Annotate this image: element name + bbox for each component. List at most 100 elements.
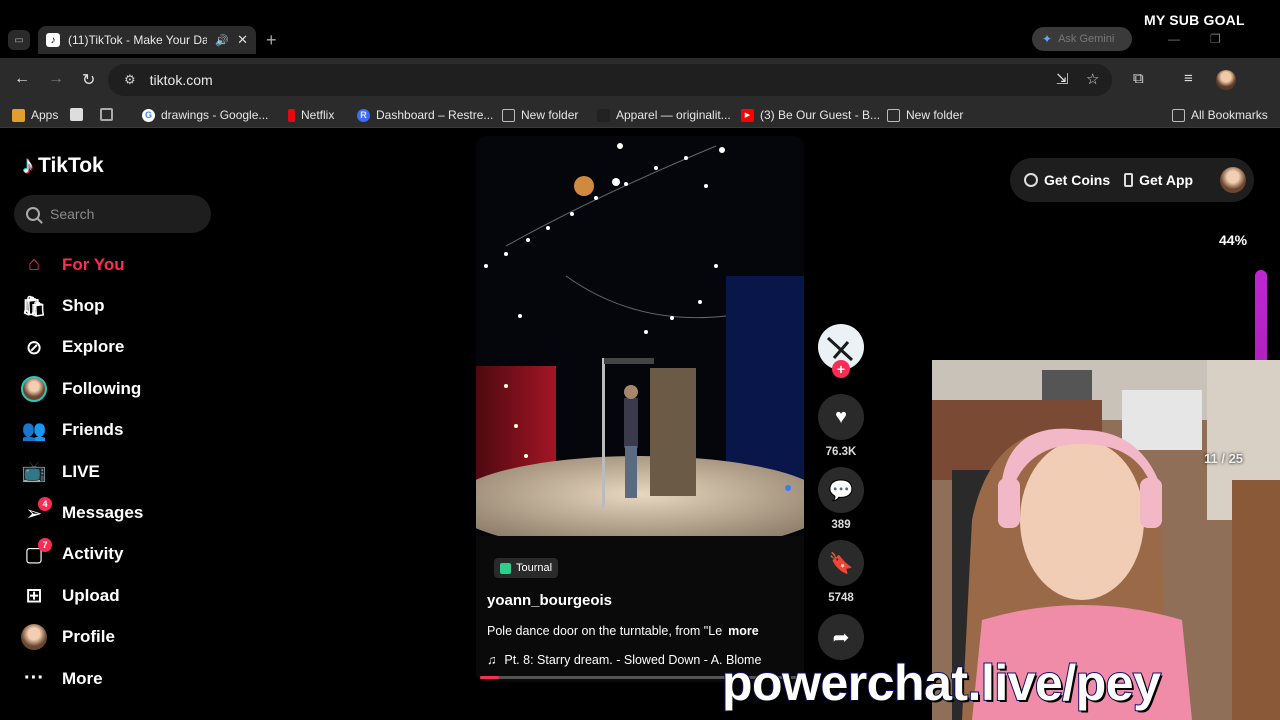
browser-tab-tiktok[interactable]: ♪ (11)TikTok - Make Your Day 🔊 ✕ — [38, 26, 256, 54]
grid-icon — [100, 108, 113, 121]
folder-icon — [1172, 108, 1185, 122]
sidebar-item-friends[interactable]: 👥 Friends — [20, 410, 220, 451]
google-icon: G — [142, 108, 155, 122]
sidebar-item-activity[interactable]: ▢ 7 Activity — [20, 534, 220, 575]
video-progress-fill — [480, 676, 500, 679]
media-control-icon[interactable]: ≡ — [1184, 70, 1193, 87]
follow-plus-icon[interactable]: + — [832, 360, 850, 378]
bookmark-item[interactable]: G drawings - Google... — [142, 108, 268, 122]
like-count: 76.3K — [825, 446, 857, 458]
save-count: 5748 — [828, 592, 854, 604]
upload-icon: ⊞ — [25, 585, 43, 608]
search-input[interactable]: Search — [14, 195, 211, 233]
sidebar-item-label: LIVE — [62, 461, 100, 481]
sidebar-item-messages[interactable]: ➢ 4 Messages — [20, 492, 220, 533]
stream-watermark: powerchat.live/pey — [721, 654, 1162, 712]
bookmark-item[interactable]: Apps — [12, 108, 58, 122]
back-icon[interactable]: ← — [14, 70, 30, 88]
bookmark-item[interactable]: R Dashboard – Restre... — [357, 108, 493, 122]
search-placeholder: Search — [50, 206, 95, 222]
minimize-icon[interactable]: — — [1168, 32, 1180, 46]
apps-grid-icon — [12, 108, 25, 122]
more-icon: ··· — [24, 667, 44, 690]
bookmark-label: All Bookmarks — [1191, 108, 1268, 122]
bookmark-label: Netflix — [301, 108, 335, 122]
forward-icon[interactable]: → — [48, 70, 64, 88]
heart-icon[interactable]: ♥ — [818, 394, 864, 440]
restream-icon: R — [357, 108, 370, 122]
video-music[interactable]: ♫ Pt. 8: Starry dream. - Slowed Down - A… — [487, 653, 761, 667]
url-text: tiktok.com — [149, 72, 213, 88]
search-icon — [26, 207, 40, 221]
bookmark-item[interactable] — [100, 108, 113, 121]
speaker-icon[interactable]: 🔊 — [215, 34, 229, 47]
bookmark-item[interactable]: New folder — [502, 108, 578, 122]
activity-icon: ▢ 7 — [20, 538, 52, 568]
folder-icon — [502, 108, 515, 122]
sidebar-item-shop[interactable]: 🛍 Shop — [20, 285, 220, 326]
sidebar-nav: ⌂ For You 🛍 Shop ⊘ Explore Following 👥 F… — [20, 244, 220, 699]
get-app-button[interactable]: Get App — [1124, 172, 1193, 188]
sidebar-item-for-you[interactable]: ⌂ For You — [20, 244, 220, 285]
bookmark-star-icon[interactable]: ☆ — [1086, 70, 1099, 88]
bookmark-item[interactable]: All Bookmarks — [1172, 108, 1280, 122]
page-icon — [70, 108, 83, 121]
sidebar-item-label: Messages — [62, 503, 144, 523]
close-tab-icon[interactable]: ✕ — [237, 32, 248, 48]
tab-search-icon[interactable]: ▭ — [8, 30, 30, 50]
sidebar-item-live[interactable]: 📺 LIVE — [20, 451, 220, 492]
bookmark-item[interactable]: New folder — [887, 108, 963, 122]
sidebar-item-profile[interactable]: Profile — [20, 617, 220, 658]
bookmark-label: New folder — [906, 108, 964, 122]
sidebar-item-explore[interactable]: ⊘ Explore — [20, 327, 220, 368]
video-tag-label: Tournal — [516, 562, 553, 574]
sidebar-item-label: Activity — [62, 544, 124, 564]
sidebar-item-label: For You — [62, 254, 125, 274]
video-player[interactable]: Tournal yoann_bourgeois Pole dance door … — [476, 136, 804, 682]
game-tag-icon — [500, 562, 511, 574]
comment-icon[interactable]: 💬 — [818, 467, 864, 513]
sidebar-item-following[interactable]: Following — [20, 368, 220, 409]
top-right-actions: Get Coins Get App — [1010, 158, 1254, 202]
bookmark-item[interactable]: Netflix — [288, 108, 334, 122]
chrome-profile-avatar[interactable] — [1216, 70, 1236, 90]
extensions-icon[interactable]: ⧉ — [1133, 70, 1144, 87]
messages-icon: ➢ 4 — [20, 497, 52, 527]
sub-goal-percent: 44% — [1219, 232, 1248, 248]
messages-badge: 4 — [38, 497, 52, 512]
site-info-icon[interactable]: ⚙ — [124, 72, 136, 88]
url-omnibox[interactable]: ⚙ tiktok.com — [108, 64, 1112, 96]
save-action[interactable]: 🔖 5748 — [818, 540, 864, 604]
restore-icon[interactable]: ❐ — [1210, 32, 1221, 46]
get-app-label: Get App — [1139, 172, 1194, 188]
new-tab-button[interactable]: + — [266, 30, 277, 51]
bookmark-item[interactable]: ▶ (3) Be Our Guest - B... — [741, 108, 880, 122]
activity-badge: 7 — [38, 538, 52, 553]
reload-icon[interactable]: ↻ — [82, 70, 95, 90]
comment-count: 389 — [831, 519, 851, 531]
get-coins-button[interactable]: Get Coins — [1024, 172, 1110, 188]
video-tag-badge[interactable]: Tournal — [494, 558, 559, 578]
more-link[interactable]: more — [728, 624, 759, 638]
sidebar-item-label: Shop — [62, 296, 105, 316]
bookmark-icon[interactable]: 🔖 — [818, 540, 864, 586]
youtube-icon: ▶ — [741, 108, 754, 122]
bookmark-item[interactable]: Apparel — originalit... — [597, 108, 731, 122]
live-icon: 📺 — [21, 461, 47, 484]
bookmark-item[interactable] — [70, 108, 83, 121]
sidebar-item-more[interactable]: ··· More — [20, 658, 220, 699]
user-avatar[interactable] — [1220, 167, 1246, 193]
folder-icon — [887, 108, 900, 122]
tab-title: (11)TikTok - Make Your Day — [68, 33, 208, 47]
comment-action[interactable]: 💬 389 — [818, 467, 864, 531]
tiktok-logo[interactable]: ♪ TikTok — [22, 152, 104, 180]
install-app-icon[interactable]: ⇲ — [1056, 70, 1069, 88]
bookmark-label: New folder — [521, 108, 579, 122]
like-action[interactable]: ♥ 76.3K — [818, 394, 864, 458]
video-username[interactable]: yoann_bourgeois — [487, 592, 612, 609]
stream-counter: 11 / 25 — [1204, 451, 1244, 466]
sidebar-item-upload[interactable]: ⊞ Upload — [20, 575, 220, 616]
ask-gemini-button[interactable]: ✦ Ask Gemini — [1032, 27, 1132, 51]
logo-text: TikTok — [38, 154, 104, 177]
phone-icon — [1124, 173, 1134, 187]
